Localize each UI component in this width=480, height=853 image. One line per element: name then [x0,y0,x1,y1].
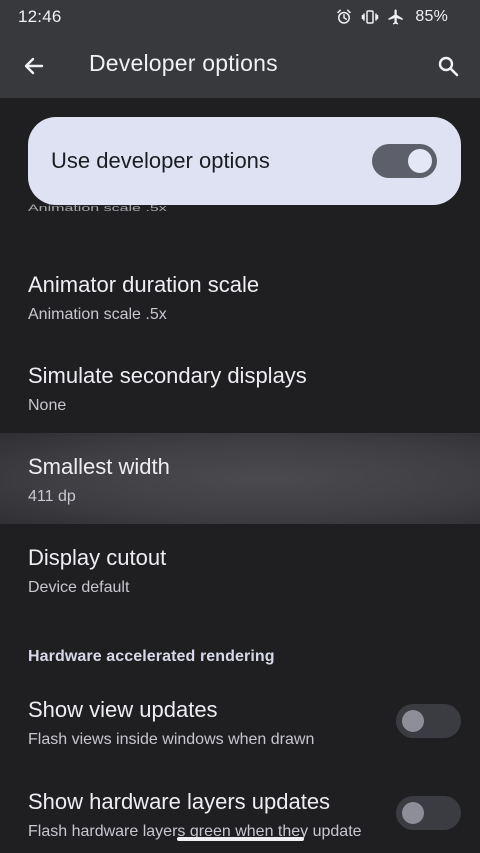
smallest-width-item[interactable]: Smallest width 411 dp [0,433,480,524]
airplane-mode-icon [387,8,405,26]
status-icons: 85% [335,6,448,28]
simulate-secondary-displays-value: None [28,397,67,414]
simulate-secondary-displays-title: Simulate secondary displays [28,363,307,388]
show-hardware-layers-updates-switch[interactable] [396,796,461,830]
smallest-width-value: 411 dp [28,488,76,505]
display-cutout-value: Device default [28,579,130,596]
app-bar: Developer options [0,34,480,98]
use-developer-options-switch[interactable] [372,144,437,178]
show-view-updates-item[interactable]: Show view updates Flash views inside win… [0,682,480,774]
search-button[interactable] [428,46,468,86]
battery-percentage: 85% [415,8,448,25]
show-view-updates-title: Show view updates [28,697,218,722]
top-bar: 12:46 85% Developer options [0,0,480,98]
smallest-width-title: Smallest width [28,454,170,479]
back-arrow-icon [24,57,44,75]
page-title: Developer options [89,50,278,76]
display-cutout-title: Display cutout [28,545,167,570]
show-view-updates-summary: Flash views inside windows when drawn [28,731,315,748]
simulate-secondary-displays-item[interactable]: Simulate secondary displays None [0,341,480,433]
animator-duration-scale-item[interactable]: Animator duration scale Animation scale … [0,251,480,341]
display-cutout-item[interactable]: Display cutout Device default [0,524,480,616]
status-time: 12:46 [18,7,62,26]
vibrate-icon [361,8,379,26]
show-hardware-layers-updates-title: Show hardware layers updates [28,789,331,814]
developer-options-screen: 12:46 85% Developer options Use develope… [0,0,480,853]
gesture-navigation-handle[interactable] [177,837,304,841]
partial-item-subtitle: Animation scale .5x [28,204,167,214]
search-icon [438,56,459,77]
use-developer-options-label: Use developer options [51,148,270,173]
show-view-updates-switch[interactable] [396,704,461,738]
show-hardware-layers-updates-item[interactable]: Show hardware layers updates Flash hardw… [0,774,480,853]
status-bar: 12:46 85% [0,0,480,34]
back-button[interactable] [14,46,54,86]
use-developer-options-card[interactable]: Use developer options [28,117,461,205]
hardware-accelerated-rendering-header: Hardware accelerated rendering [28,648,275,665]
animator-duration-scale-title: Animator duration scale [28,272,260,297]
animator-duration-scale-value: Animation scale .5x [28,306,167,323]
settings-list: Animation scale .5x Animator duration sc… [0,98,480,853]
alarm-icon [335,8,353,26]
